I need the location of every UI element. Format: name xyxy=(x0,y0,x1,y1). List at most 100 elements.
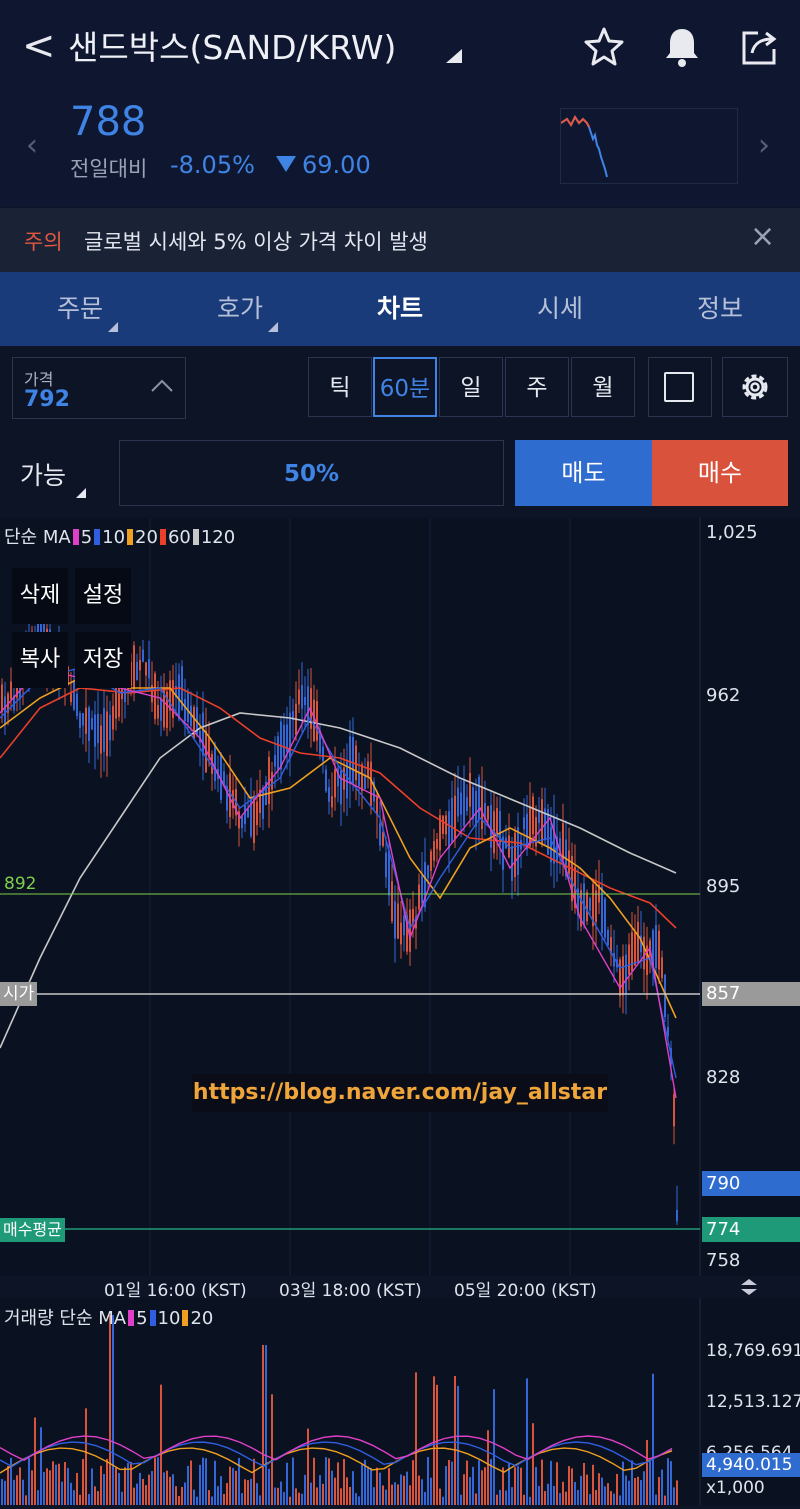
candle-body xyxy=(244,804,246,825)
chevron-up-icon[interactable] xyxy=(150,378,174,397)
price-selector-value: 792 xyxy=(24,387,70,412)
candle-body xyxy=(145,662,147,676)
volume-bar xyxy=(250,1478,252,1505)
available-label[interactable]: 가능 xyxy=(20,456,66,492)
candle-body xyxy=(442,815,444,834)
candle-body xyxy=(100,725,102,754)
interval-day[interactable]: 일 xyxy=(439,357,503,417)
volume-bar xyxy=(613,1493,615,1505)
ma5-swatch xyxy=(72,529,79,545)
volume-bar xyxy=(169,1476,171,1505)
volume-bar xyxy=(430,1477,432,1505)
candle-body xyxy=(82,713,84,726)
volume-bar xyxy=(154,1457,156,1505)
ma60-label: 60 xyxy=(167,527,191,548)
sell-button[interactable]: 매도 xyxy=(515,440,652,506)
delete-button[interactable]: 삭제 xyxy=(12,568,68,624)
candle-body xyxy=(469,772,471,807)
volume-bar xyxy=(256,1483,258,1505)
close-icon[interactable]: × xyxy=(750,220,775,254)
volume-bar xyxy=(283,1492,285,1505)
candle-body xyxy=(112,705,114,730)
interval-week[interactable]: 주 xyxy=(505,357,569,417)
interval-tick[interactable]: 틱 xyxy=(308,357,372,417)
tab-chart[interactable]: 차트 xyxy=(320,272,480,346)
ma120-swatch xyxy=(192,529,199,545)
volume-bar xyxy=(208,1490,210,1505)
candle-body xyxy=(352,736,354,785)
volume-bar xyxy=(574,1481,576,1505)
vol-ma20-swatch xyxy=(182,1310,189,1326)
volume-bar xyxy=(520,1467,522,1505)
candle-body xyxy=(271,771,273,790)
candle-body xyxy=(481,786,483,830)
volume-axis-label: 18,769.691 xyxy=(706,1341,800,1361)
star-icon[interactable] xyxy=(582,25,626,69)
back-button[interactable]: < xyxy=(22,24,56,68)
volume-bar xyxy=(304,1474,306,1505)
volume-bar xyxy=(424,1492,426,1505)
tab-info[interactable]: 정보 xyxy=(640,272,800,346)
ma10-label: 10 xyxy=(102,527,126,548)
next-coin-chevron-icon[interactable]: › xyxy=(758,128,770,163)
volume-bar xyxy=(58,1463,60,1505)
percent-selector[interactable]: 50% xyxy=(119,440,504,506)
volume-bar xyxy=(193,1489,195,1505)
resize-handle-icon[interactable] xyxy=(738,1278,760,1300)
candle-body xyxy=(568,850,570,874)
volume-bar xyxy=(253,1458,255,1505)
tab-market[interactable]: 시세 xyxy=(480,272,640,346)
volume-bar xyxy=(478,1460,480,1505)
volume-bar xyxy=(505,1490,507,1505)
volume-bar xyxy=(634,1477,636,1505)
volume-bar xyxy=(85,1408,87,1505)
volume-bar xyxy=(100,1465,102,1505)
candle-body xyxy=(550,827,552,863)
candle-body xyxy=(628,944,630,975)
available-dropdown-icon xyxy=(76,488,86,498)
bell-icon[interactable] xyxy=(660,25,704,69)
title-dropdown-icon[interactable] xyxy=(446,48,462,67)
share-icon[interactable] xyxy=(738,25,782,69)
volume-bar xyxy=(412,1460,414,1505)
volume-bar xyxy=(496,1494,498,1505)
volume-bar xyxy=(670,1461,672,1505)
candle-body xyxy=(241,816,243,829)
candle-body xyxy=(133,645,135,690)
volume-bar xyxy=(526,1378,528,1505)
tab-order[interactable]: 주문 xyxy=(0,272,160,346)
settings-menu-button[interactable]: 설정 xyxy=(75,568,131,624)
volume-bar xyxy=(616,1473,618,1505)
save-button[interactable]: 저장 xyxy=(75,632,131,688)
interval-month[interactable]: 월 xyxy=(571,357,635,417)
ma10-swatch xyxy=(94,529,101,545)
volume-bar xyxy=(55,1464,57,1505)
volume-bar xyxy=(610,1491,612,1505)
volume-bar xyxy=(67,1467,69,1505)
candle-body xyxy=(514,832,516,878)
tab-orderbook[interactable]: 호가 xyxy=(160,272,320,346)
prev-coin-chevron-icon[interactable]: ‹ xyxy=(26,128,38,163)
candle-body xyxy=(370,761,372,806)
candle-body xyxy=(139,659,141,671)
candle-body xyxy=(160,698,162,721)
candle-body xyxy=(595,890,597,922)
volume-bar xyxy=(427,1457,429,1505)
volume-bar xyxy=(61,1481,63,1505)
candle-body xyxy=(517,827,519,875)
volume-bar xyxy=(586,1474,588,1505)
candle-body xyxy=(214,744,216,782)
volume-bar xyxy=(349,1486,351,1505)
candle-body xyxy=(586,892,588,922)
interval-60min[interactable]: 60분 xyxy=(373,357,437,417)
candle-body xyxy=(358,772,360,787)
volume-bar xyxy=(199,1464,201,1505)
y-axis-label: 962 xyxy=(706,685,741,706)
volume-bar xyxy=(319,1475,321,1505)
buy-button[interactable]: 매수 xyxy=(652,440,788,506)
mini-sparkline[interactable] xyxy=(560,108,738,184)
volume-bar xyxy=(118,1473,120,1505)
volume-bar xyxy=(262,1345,264,1505)
volume-bar xyxy=(157,1457,159,1505)
copy-button[interactable]: 복사 xyxy=(12,632,68,688)
